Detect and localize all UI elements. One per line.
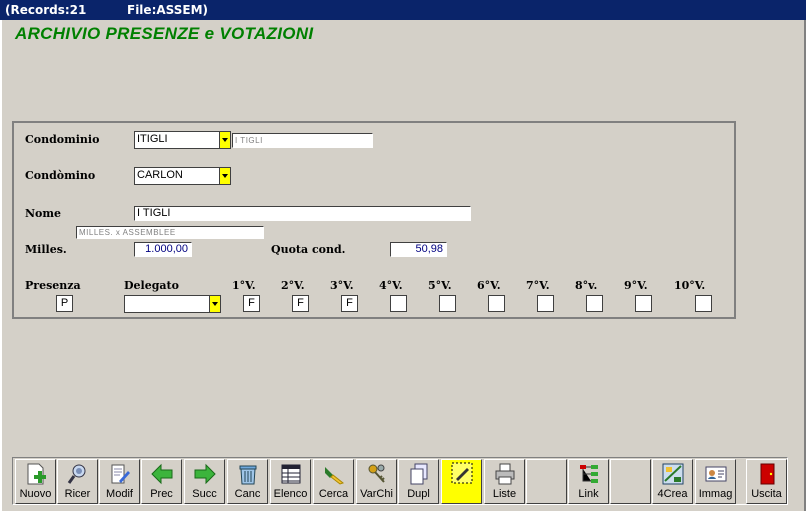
magnifier-icon [67,464,86,484]
window-border-left [0,20,2,511]
milles-assemblee-field: MILLES. x ASSEMBLEE [76,226,264,239]
presenza-label: Presenza [25,279,81,292]
canc-label: Canc [234,488,261,500]
vote-input[interactable] [635,295,652,312]
canc-button[interactable]: Canc [227,459,268,504]
pencil-grid-icon [451,462,473,484]
succ-button[interactable]: Succ [184,459,225,504]
arrow-right-icon [194,463,216,485]
vote-label: 3°V. [330,279,354,292]
quota-label: Quota cond. [271,243,346,256]
modif-button[interactable]: Modif [99,459,140,504]
ricer-button[interactable]: Ricer [57,459,98,504]
dupl-label: Dupl [407,488,430,500]
link-label: Link [578,488,599,500]
liste-button[interactable]: Liste [484,459,525,504]
nuovo-label: Nuovo [19,488,52,500]
nuovo-button[interactable]: Nuovo [15,459,56,504]
delegato-combo[interactable] [124,295,221,313]
uscita-label: Uscita [751,488,782,500]
condominio-label: Condominio [25,133,100,146]
printer-icon [495,463,515,485]
liste-label: Liste [492,488,517,500]
condominio-combo[interactable]: ITIGLI [134,131,231,149]
pencil-grid-button[interactable] [441,459,482,504]
keys-icon [368,464,385,483]
empty-button[interactable] [526,459,567,504]
vote-label: 10°V. [674,279,706,292]
vote-input[interactable]: F [243,295,260,312]
condominio-dropdown-button[interactable] [219,131,231,149]
condomino-label: Condòmino [25,169,96,182]
chevron-down-icon [212,302,218,306]
varchi-button[interactable]: VarChi [356,459,397,504]
vote-input[interactable] [488,295,505,312]
vote-label: 9°V. [624,279,648,292]
nome-label: Nome [25,207,62,220]
4crea-button[interactable]: 4Crea [652,459,693,504]
list-table-icon [281,464,301,484]
chevron-down-icon [222,138,228,142]
succ-label: Succ [192,488,217,500]
vote-label: 2°V. [281,279,305,292]
elenco-label: Elenco [273,488,308,500]
arrow-left-icon [151,463,173,485]
presenza-input[interactable]: P [56,295,73,312]
crea-icon [662,463,684,485]
condominio-description: I TIGLI [232,133,373,148]
4crea-label: 4Crea [657,488,688,500]
link-button[interactable]: Link [568,459,609,504]
cerca-label: Cerca [318,488,349,500]
edit-doc-icon [111,464,130,484]
vote-input[interactable] [586,295,603,312]
nome-input[interactable]: I TIGLI [134,206,471,221]
duplicate-icon [410,463,428,485]
elenco-button[interactable]: Elenco [270,459,311,504]
quota-input[interactable]: 50,98 [390,242,447,257]
vote-input[interactable] [390,295,407,312]
vote-label: 4°V. [379,279,403,292]
new-doc-icon [27,463,46,485]
cerca-button[interactable]: Cerca [313,459,354,504]
prec-button[interactable]: Prec [141,459,182,504]
prec-label: Prec [150,488,173,500]
tree-link-icon [580,465,598,483]
vote-input[interactable] [537,295,554,312]
vote-label: 5°V. [428,279,452,292]
modif-label: Modif [106,488,133,500]
dupl-button[interactable]: Dupl [398,459,439,504]
milles-label: Milles. [25,243,67,256]
exit-door-icon [760,463,775,485]
records-count: (Records:21 [5,3,87,17]
immag-button[interactable]: Immag [695,459,736,504]
varchi-label: VarChi [360,488,393,500]
delegato-label: Delegato [124,279,179,292]
chevron-down-icon [222,174,228,178]
milles-input[interactable]: 1.000,00 [134,242,192,257]
vote-label: 6°V. [477,279,501,292]
condomino-combo[interactable]: CARLON [134,167,231,185]
id-card-icon [705,466,727,482]
condomino-value[interactable]: CARLON [134,167,220,185]
uscita-button[interactable]: Uscita [746,459,787,504]
delegato-value[interactable] [124,295,210,313]
condomino-dropdown-button[interactable] [219,167,231,185]
empty-button[interactable] [610,459,651,504]
file-name: File:ASSEM) [127,3,209,17]
vote-input[interactable] [695,295,712,312]
page-title: ARCHIVIO PRESENZE e VOTAZIONI [15,24,314,43]
vote-input[interactable] [439,295,456,312]
ricer-label: Ricer [64,488,91,500]
vote-input[interactable]: F [292,295,309,312]
trash-icon [239,465,257,485]
immag-label: Immag [698,488,733,500]
vote-input[interactable]: F [341,295,358,312]
condominio-value[interactable]: ITIGLI [134,131,220,149]
vote-label: 8°v. [575,279,598,292]
vote-label: 7°V. [526,279,550,292]
delegato-dropdown-button[interactable] [209,295,221,313]
vote-label: 1°V. [232,279,256,292]
flashlight-icon [325,467,345,485]
window-titlebar: (Records:21 File:ASSEM) [0,0,806,20]
